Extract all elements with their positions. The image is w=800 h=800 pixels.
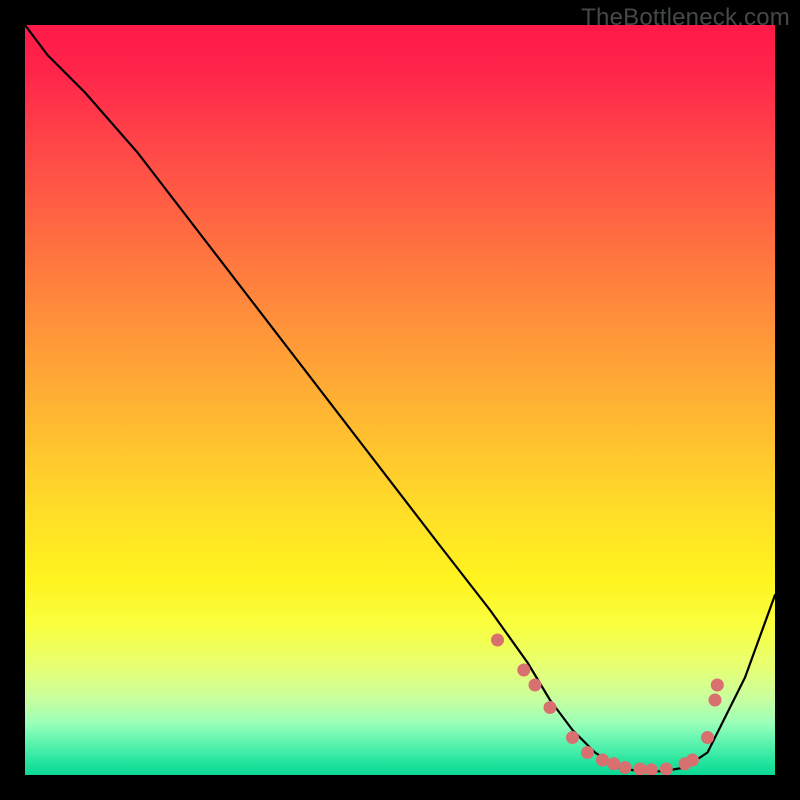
marker-dot [582,747,594,759]
marker-dot [645,764,657,775]
marker-dot [634,763,646,775]
marker-dot [567,732,579,744]
plot-area [25,25,775,775]
marker-dot [687,754,699,766]
marker-dot [711,679,723,691]
marker-dot [709,694,721,706]
marker-dot [597,754,609,766]
marker-dot [518,664,530,676]
marker-dot [544,702,556,714]
marker-dot [619,762,631,774]
marker-dot [702,732,714,744]
marker-dot [529,679,541,691]
curve-layer [25,25,775,775]
marker-dot [492,634,504,646]
bottleneck-curve [25,25,775,771]
chart-frame: TheBottleneck.com [0,0,800,800]
marker-dots [492,634,724,775]
marker-dot [608,758,620,770]
marker-dot [660,763,672,775]
watermark-text: TheBottleneck.com [581,4,790,32]
